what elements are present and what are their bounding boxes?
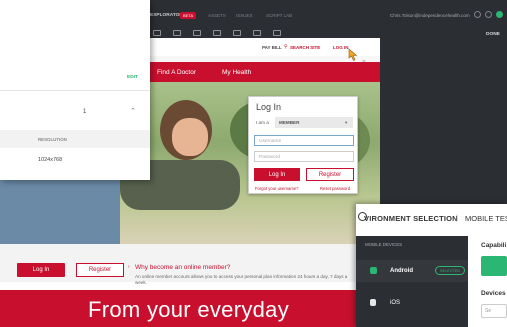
nav-issues[interactable]: ISSUES: [236, 13, 253, 18]
promo-login-button[interactable]: Log In: [17, 263, 65, 277]
reset-password-link[interactable]: Reset password: [320, 186, 350, 191]
cursor-icon: [348, 48, 358, 61]
i-am-label: I am a: [256, 120, 269, 125]
device-count: 1: [83, 109, 87, 115]
password-field[interactable]: Password: [254, 151, 354, 162]
mobile-testing-tab[interactable]: MOBILE TESTI: [465, 214, 507, 223]
divider: [0, 90, 150, 91]
device-search-input[interactable]: Se: [481, 304, 507, 318]
screenshot-icon[interactable]: [213, 30, 221, 36]
selected-badge: SELECTED: [435, 266, 466, 275]
capability-option[interactable]: [481, 256, 507, 276]
promo-register-button[interactable]: Register: [76, 263, 124, 277]
promo-description: An online member account allows you to a…: [135, 274, 348, 286]
rotate-icon[interactable]: [233, 30, 241, 36]
home-icon[interactable]: [273, 30, 281, 36]
beta-badge: BETA: [180, 12, 197, 19]
env-panel-title: VIRONMENT SELECTION: [364, 214, 458, 223]
nav-find-a-doctor[interactable]: Find A Doctor: [157, 69, 196, 76]
right-dark-panel: [380, 44, 507, 204]
status-icon[interactable]: [496, 11, 503, 18]
banner-headline: From your everyday: [88, 297, 290, 322]
android-icon: [370, 267, 377, 274]
nav-script-lab[interactable]: SCRIPT LAB: [266, 13, 292, 18]
help-icon[interactable]: [474, 11, 481, 18]
resolution-header-row: [0, 130, 150, 148]
apple-icon: [370, 299, 376, 306]
done-button[interactable]: DONE: [486, 32, 500, 37]
hero-child-face: [172, 118, 208, 156]
chevron-down-icon: ▾: [345, 120, 348, 125]
username-field[interactable]: Username: [254, 135, 354, 146]
settings-icon[interactable]: [485, 11, 492, 18]
pen-icon[interactable]: [193, 30, 201, 36]
login-title: Log In: [256, 102, 282, 112]
nav-my-health[interactable]: My Health: [222, 69, 251, 76]
devices-label: Devices: [481, 290, 506, 297]
pay-bill-link[interactable]: PAY BILL: [262, 45, 282, 50]
search-site-link[interactable]: SEARCH SITE: [290, 45, 320, 50]
keyboard-icon[interactable]: [253, 30, 261, 36]
chevron-up-icon[interactable]: ⌃: [130, 107, 136, 115]
user-email[interactable]: Chris.Tolson@independencehealth.com: [390, 13, 470, 18]
search-icon[interactable]: ⚲: [284, 44, 288, 50]
resolution-header: RESOLUTION: [38, 137, 67, 142]
mobile-devices-header: MOBILE DEVICES: [365, 242, 403, 247]
register-button[interactable]: Register: [306, 168, 354, 181]
login-button[interactable]: Log In: [254, 168, 300, 181]
forgot-username-link[interactable]: Forgot your username?: [255, 186, 299, 191]
resolution-value: 1024x768: [38, 157, 63, 163]
camera-icon[interactable]: [173, 30, 181, 36]
edit-button[interactable]: EDIT: [127, 75, 138, 80]
chevron-right-icon: ›: [128, 264, 130, 270]
nav-assets[interactable]: ASSETS: [208, 13, 226, 18]
device-item-ios[interactable]: iOS: [390, 300, 400, 306]
title-separator: |: [456, 213, 458, 222]
android-label: Android: [390, 268, 413, 274]
promo-title[interactable]: Why become an online member?: [135, 264, 230, 271]
back-icon[interactable]: [153, 30, 161, 36]
member-type-select[interactable]: MEMBER: [275, 117, 353, 128]
capabilities-label: Capabili: [481, 242, 507, 249]
